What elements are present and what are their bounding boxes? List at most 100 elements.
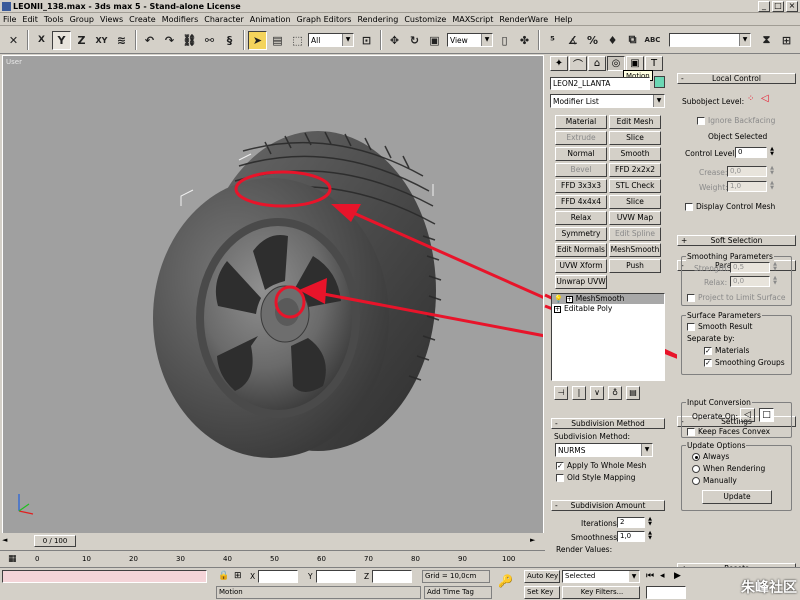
menu-views[interactable]: Views [100, 15, 123, 24]
modifier-slice-button[interactable]: Slice [609, 131, 661, 145]
smooth-result-checkbox[interactable]: Smooth Result [687, 322, 753, 331]
modifier-stl-check-button[interactable]: STL Check [609, 179, 661, 193]
edge-subobject-icon[interactable]: ◁ [761, 93, 769, 104]
axis-xy-button[interactable]: XY [92, 31, 111, 50]
viewport-user[interactable]: User [2, 55, 544, 543]
modifier-uvw-map-button[interactable]: UVW Map [609, 211, 661, 225]
redo-arrow-icon[interactable]: ↷ [160, 31, 179, 50]
materials-checkbox[interactable]: ✓ Materials [704, 346, 749, 355]
soft-selection-header[interactable]: + Soft Selection [677, 235, 796, 246]
maxscript-listener[interactable] [2, 570, 207, 583]
make-unique-icon[interactable]: ∨ [590, 386, 604, 400]
smoothness-spinner[interactable]: 1,0 [617, 531, 645, 542]
close-button[interactable]: × [786, 1, 798, 12]
ignore-backfacing-checkbox[interactable]: Ignore Backfacing [697, 116, 775, 125]
modifier-ffd444-button[interactable]: FFD 4x4x4 [555, 195, 607, 209]
modifier-edit-mesh-button[interactable]: Edit Mesh [609, 115, 661, 129]
align-icon[interactable]: ⊞ [777, 31, 796, 50]
bind-space-warp-icon[interactable]: § [220, 31, 239, 50]
move-icon[interactable]: ✥ [385, 31, 404, 50]
time-slider-track[interactable] [0, 533, 545, 548]
local-control-header[interactable]: - Local Control [677, 73, 796, 84]
modifier-edit-normals-button[interactable]: Edit Normals [555, 243, 607, 257]
named-selection-icon[interactable]: ⧉ [623, 31, 642, 50]
modifier-slice2-button[interactable]: Slice [609, 195, 661, 209]
stack-item-editable-poly[interactable]: + Editable Poly [552, 304, 664, 314]
expand-icon[interactable]: + [565, 295, 573, 303]
spinner-arrows-icon[interactable]: ▲ ▼ [772, 262, 778, 273]
modifier-symmetry-button[interactable]: Symmetry [555, 227, 607, 241]
y-coordinate-field[interactable] [316, 570, 356, 583]
scale-icon[interactable]: ▣ [425, 31, 444, 50]
menu-edit[interactable]: Edit [22, 15, 38, 24]
add-time-tag-button[interactable]: Add Time Tag [424, 586, 492, 599]
z-coordinate-field[interactable] [372, 570, 412, 583]
menu-rendering[interactable]: Rendering [357, 15, 398, 24]
pivot-icon[interactable]: ▯ [495, 31, 514, 50]
spinner-snap-icon[interactable]: ♦ [603, 31, 622, 50]
stack-item-meshsmooth[interactable]: 💡 + MeshSmooth [552, 294, 664, 304]
timeline-ruler[interactable]: 0 10 20 30 40 50 60 70 80 90 100 ▦ [0, 550, 545, 567]
keep-faces-convex-checkbox[interactable]: Keep Faces Convex [687, 427, 770, 436]
percent-snap-icon[interactable]: % [583, 31, 602, 50]
angle-snap-icon[interactable]: ∡ [563, 31, 582, 50]
time-slider[interactable]: 0 / 100 [34, 535, 76, 547]
tab-utilities[interactable]: T [645, 56, 663, 71]
tab-modify[interactable]: ⌒ [569, 56, 587, 71]
select-arrow-icon[interactable]: ➤ [248, 30, 267, 50]
modifier-edit-spline-button[interactable]: Edit Spline [609, 227, 661, 241]
menu-help[interactable]: Help [554, 15, 572, 24]
modifier-extrude-button[interactable]: Extrude [555, 131, 607, 145]
timeline-icon[interactable]: ▦ [8, 554, 17, 564]
object-name-field[interactable]: LEON2_LLANTA [550, 77, 650, 90]
show-end-result-icon[interactable]: | [572, 386, 586, 400]
lock-icon[interactable]: 🔒 [218, 571, 229, 581]
relax-spinner[interactable]: 0,0 [730, 276, 770, 287]
update-button[interactable]: Update [702, 490, 772, 504]
key-icon[interactable]: 🔑 [498, 574, 513, 588]
next-frame-icon[interactable]: ► [530, 536, 535, 544]
project-limit-checkbox[interactable]: Project to Limit Surface [687, 293, 786, 302]
coord-system-dropdown[interactable]: View ▼ [447, 33, 493, 47]
spinner-arrows-icon[interactable]: ▲ ▼ [769, 181, 775, 192]
menu-graph-editors[interactable]: Graph Editors [297, 15, 352, 24]
smoothing-groups-checkbox[interactable]: ✓ Smoothing Groups [704, 358, 785, 367]
snap-icon[interactable]: ⁵ [543, 31, 562, 50]
always-radio[interactable]: Always [692, 452, 729, 461]
menu-create[interactable]: Create [129, 15, 156, 24]
tab-hierarchy[interactable]: ⌂ [588, 56, 606, 71]
axis-y-button[interactable]: Y [52, 30, 71, 50]
object-color-swatch[interactable] [654, 76, 665, 88]
pin-stack-icon[interactable]: ⊣ [554, 386, 568, 400]
region-select-icon[interactable]: ⬚ [288, 31, 307, 50]
old-style-mapping-checkbox[interactable]: Old Style Mapping [556, 473, 665, 482]
menu-group[interactable]: Group [70, 15, 94, 24]
subdivision-amount-header[interactable]: - Subdivision Amount [551, 500, 665, 511]
modifier-ffd222-button[interactable]: FFD 2x2x2 [609, 163, 661, 177]
axis-z-button[interactable]: Z [72, 31, 91, 50]
spinner-arrows-icon[interactable]: ▲ ▼ [647, 531, 653, 542]
manipulate-icon[interactable]: ✤ [515, 31, 534, 50]
when-rendering-radio[interactable]: When Rendering [692, 464, 765, 473]
spinner-arrows-icon[interactable]: ▲ ▼ [769, 166, 775, 177]
spinner-arrows-icon[interactable]: ▲ ▼ [772, 276, 778, 287]
apply-whole-mesh-checkbox[interactable]: ✓ Apply To Whole Mesh [556, 461, 665, 470]
menu-renderware[interactable]: RenderWare [499, 15, 548, 24]
spinner-arrows-icon[interactable]: ▲ ▼ [647, 517, 653, 528]
modifier-list-dropdown[interactable]: Modifier List ▼ [550, 94, 665, 108]
layer-icon[interactable]: ≋ [112, 31, 131, 50]
selection-filter-dropdown[interactable]: All ▼ [308, 33, 354, 47]
key-mode-dropdown[interactable]: Selected ▼ [562, 570, 640, 583]
close-x-icon[interactable]: ✕ [4, 31, 23, 50]
modifier-bevel-button[interactable]: Bevel [555, 163, 607, 177]
modifier-material-button[interactable]: Material [555, 115, 607, 129]
tab-create[interactable]: ✦ [550, 56, 568, 71]
named-selection-dropdown[interactable]: ▼ [669, 33, 751, 47]
menu-maxscript[interactable]: MAXScript [452, 15, 493, 24]
x-coordinate-field[interactable] [258, 570, 298, 583]
maximize-button[interactable]: □ [772, 1, 784, 12]
configure-modifier-sets-icon[interactable]: ▤ [626, 386, 640, 400]
subdivision-method-dropdown[interactable]: NURMS ▼ [555, 443, 653, 457]
modifier-normal-button[interactable]: Normal [555, 147, 607, 161]
modifier-unwrap-uvw-button[interactable]: Unwrap UVW [555, 275, 607, 289]
